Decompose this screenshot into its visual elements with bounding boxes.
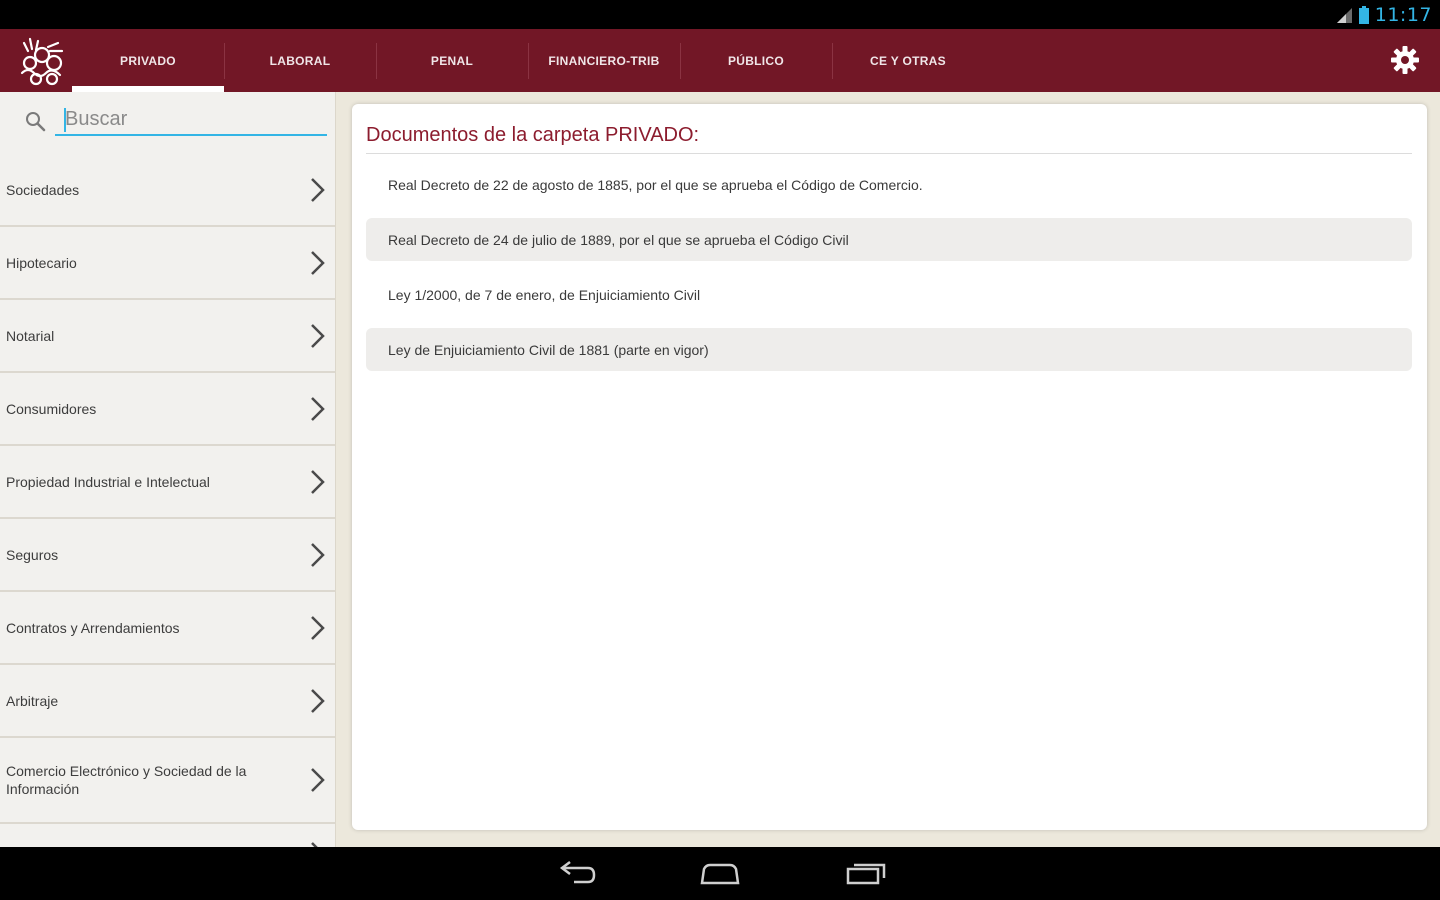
search-bar	[0, 92, 335, 154]
tab-label: CE Y OTRAS	[870, 53, 946, 68]
category-label: Contratos y Arrendamientos	[6, 619, 180, 636]
category-item-propiedad-industrial[interactable]: Propiedad Industrial e Intelectual	[0, 446, 335, 519]
text-cursor	[64, 108, 66, 132]
tab-financiero-trib[interactable]: FINANCIERO-TRIB	[528, 29, 680, 92]
sidebar: Sociedades Hipotecario Notarial Consumid…	[0, 92, 336, 847]
back-icon[interactable]	[554, 859, 598, 889]
tab-publico[interactable]: PÚBLICO	[680, 29, 832, 92]
category-list: Sociedades Hipotecario Notarial Consumid…	[0, 154, 335, 847]
chevron-right-icon	[311, 688, 325, 713]
search-icon	[26, 112, 46, 132]
chevron-right-icon	[311, 396, 325, 421]
category-item-seguros[interactable]: Seguros	[0, 519, 335, 592]
tab-privado[interactable]: PRIVADO	[72, 29, 224, 92]
tab-label: PRIVADO	[120, 53, 176, 68]
category-item-hipotecario[interactable]: Hipotecario	[0, 227, 335, 300]
panel-title: Documentos de la carpeta PRIVADO:	[366, 124, 700, 146]
category-item-consumidores[interactable]: Consumidores	[0, 373, 335, 446]
status-clock: 11:17	[1374, 4, 1432, 26]
chevron-right-icon	[311, 542, 325, 567]
document-label: Real Decreto de 24 de julio de 1889, por…	[388, 231, 849, 248]
category-label: Arbitraje	[6, 692, 59, 709]
category-label: Comercio Electrónico y Sociedad de la In…	[6, 763, 247, 797]
category-label: Propiedad Industrial e Intelectual	[6, 473, 210, 490]
category-label: Hipotecario	[6, 254, 77, 271]
battery-icon	[1358, 6, 1369, 24]
documents-panel: Documentos de la carpeta PRIVADO: Real D…	[352, 104, 1427, 830]
gear-icon[interactable]	[1390, 45, 1420, 75]
tab-label: FINANCIERO-TRIB	[548, 53, 660, 68]
chevron-right-icon	[311, 469, 325, 494]
document-label: Real Decreto de 22 de agosto de 1885, po…	[388, 176, 923, 193]
home-icon[interactable]	[698, 859, 742, 889]
panel-divider	[366, 153, 1412, 154]
chevron-right-icon	[311, 177, 325, 202]
tab-ce-y-otras[interactable]: CE Y OTRAS	[832, 29, 984, 92]
category-label: Notarial	[6, 327, 55, 344]
category-item-partial[interactable]	[0, 824, 335, 847]
app-logo	[20, 37, 64, 86]
category-label: Seguros	[6, 546, 59, 563]
navigation-bar	[0, 847, 1440, 900]
tab-laboral[interactable]: LABORAL	[224, 29, 376, 92]
recent-apps-icon[interactable]	[844, 859, 888, 889]
category-item-contratos[interactable]: Contratos y Arrendamientos	[0, 592, 335, 665]
chevron-right-icon	[311, 615, 325, 640]
tab-label: PENAL	[430, 53, 474, 68]
document-item[interactable]: Real Decreto de 22 de agosto de 1885, po…	[366, 157, 1412, 212]
chevron-right-icon	[311, 768, 325, 792]
search-input[interactable]	[55, 104, 327, 136]
chevron-right-icon	[311, 323, 325, 348]
document-item[interactable]: Ley 1/2000, de 7 de enero, de Enjuiciami…	[366, 267, 1412, 322]
content-area: Sociedades Hipotecario Notarial Consumid…	[0, 92, 1440, 847]
status-bar: 11:17	[0, 0, 1440, 29]
document-item[interactable]: Real Decreto de 24 de julio de 1889, por…	[366, 212, 1412, 267]
category-item-notarial[interactable]: Notarial	[0, 300, 335, 373]
category-label: Consumidores	[6, 400, 97, 417]
tab-label: LABORAL	[269, 53, 331, 68]
category-item-sociedades[interactable]: Sociedades	[0, 154, 335, 227]
document-list: Real Decreto de 22 de agosto de 1885, po…	[366, 157, 1412, 377]
signal-icon	[1336, 8, 1352, 23]
status-icons: 11:17	[1335, 4, 1432, 26]
category-label: Sociedades	[6, 181, 80, 198]
category-item-comercio-electronico[interactable]: Comercio Electrónico y Sociedad de la In…	[0, 738, 335, 824]
tab-penal[interactable]: PENAL	[376, 29, 528, 92]
category-item-arbitraje[interactable]: Arbitraje	[0, 665, 335, 738]
tab-bar: PRIVADO LABORAL PENAL FINANCIERO-TRIB PÚ…	[72, 29, 984, 92]
tab-label: PÚBLICO	[727, 53, 785, 68]
chevron-right-icon	[311, 842, 318, 847]
document-item[interactable]: Ley de Enjuiciamiento Civil de 1881 (par…	[366, 322, 1412, 377]
document-label: Ley 1/2000, de 7 de enero, de Enjuiciami…	[388, 286, 701, 303]
document-label: Ley de Enjuiciamiento Civil de 1881 (par…	[388, 341, 709, 358]
chevron-right-icon	[311, 250, 325, 275]
app-bar: PRIVADO LABORAL PENAL FINANCIERO-TRIB PÚ…	[0, 29, 1440, 92]
